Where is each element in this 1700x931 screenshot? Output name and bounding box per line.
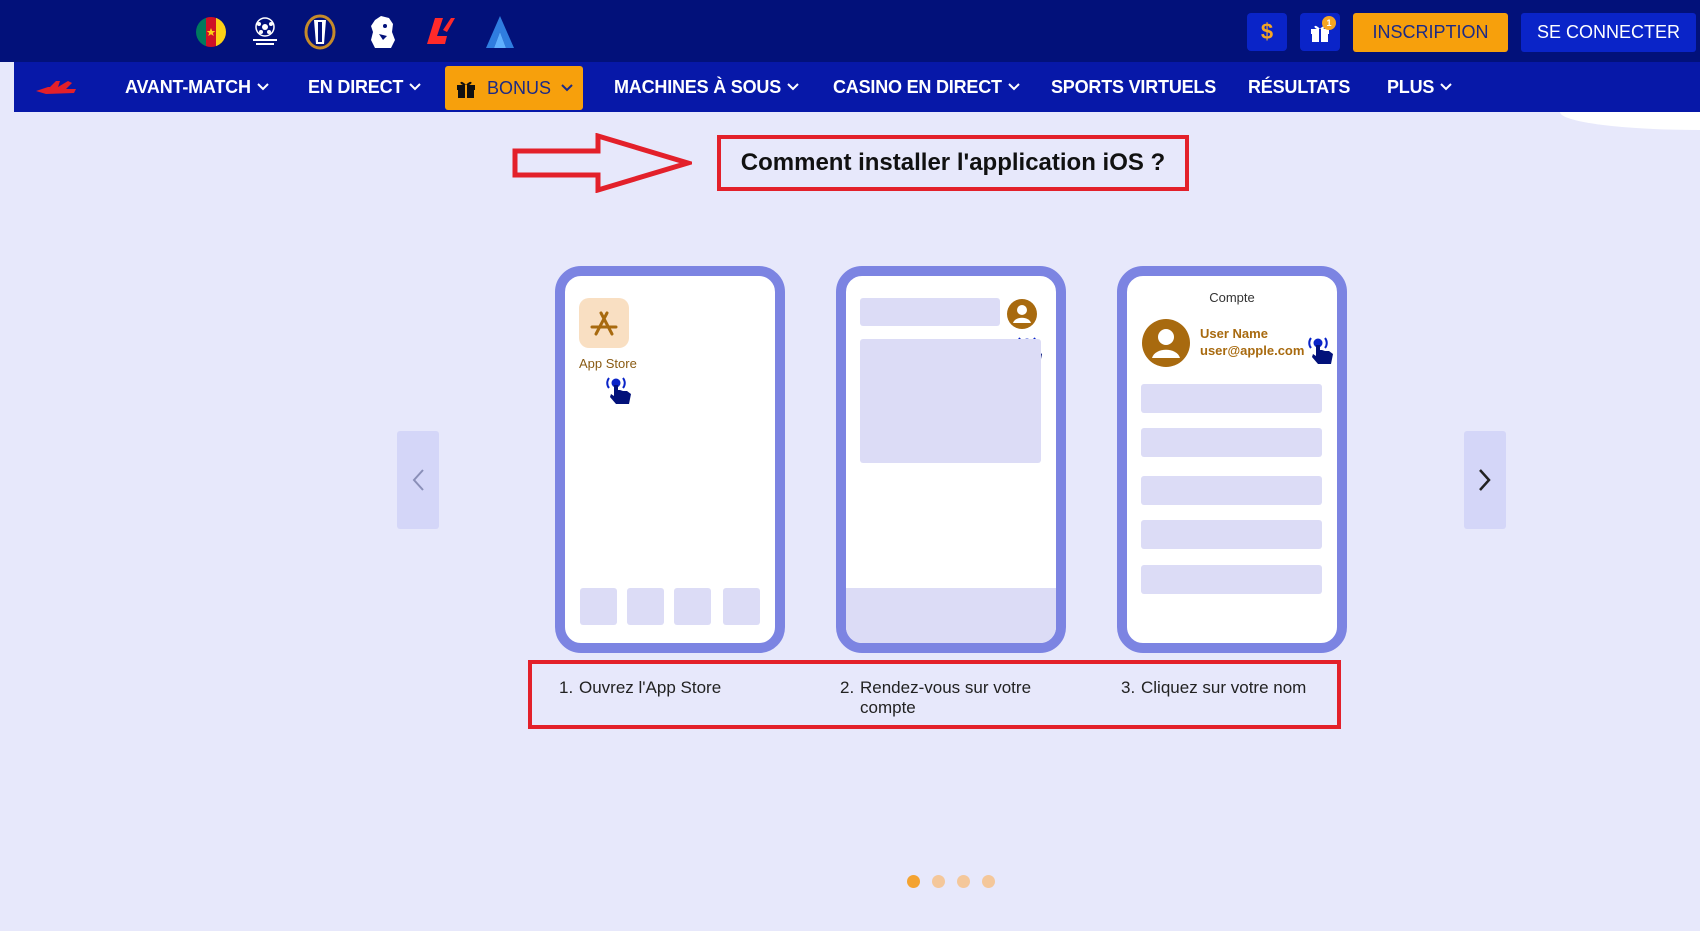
register-button[interactable]: INSCRIPTION — [1353, 13, 1508, 52]
search-bar-placeholder — [860, 298, 1000, 326]
deposit-button[interactable]: $ — [1247, 13, 1287, 51]
carousel-dot[interactable] — [907, 875, 920, 888]
gift-icon — [456, 81, 475, 98]
chevron-left-icon — [412, 469, 424, 491]
chevron-down-icon — [561, 84, 573, 92]
nav-item-label: BONUS — [486, 77, 551, 98]
nav-item-plus[interactable]: PLUS — [1387, 62, 1452, 112]
account-avatar-icon — [1007, 299, 1037, 329]
laliga-icon[interactable] — [421, 14, 457, 50]
champions-league-icon[interactable] — [247, 14, 283, 50]
nav-item-label: PLUS — [1387, 76, 1435, 97]
dock-app-placeholder — [674, 588, 711, 625]
carousel-prev-button[interactable] — [397, 431, 439, 529]
tap-hand-icon — [606, 377, 631, 404]
settings-row-placeholder — [1141, 476, 1322, 505]
step-text: Rendez-vous sur votre compte — [860, 678, 1032, 717]
carousel-dot[interactable] — [957, 875, 970, 888]
nav-item-casino-en-direct[interactable]: CASINO EN DIRECT — [833, 62, 1020, 112]
nav-item-avant-match[interactable]: AVANT-MATCH — [125, 62, 269, 112]
step-1: 1. Ouvrez l'App Store — [559, 678, 789, 698]
chevron-down-icon — [1440, 83, 1452, 91]
aviator-logo-icon[interactable] — [34, 62, 78, 112]
nav-item-label: CASINO EN DIRECT — [833, 76, 1002, 97]
arrow-right-icon — [512, 133, 692, 193]
app-store-label: App Store — [579, 356, 637, 371]
account-title: Compte — [1209, 290, 1255, 305]
nav-item-label: RÉSULTATS — [1248, 76, 1351, 97]
phone-step-2 — [836, 266, 1066, 653]
settings-row-placeholder — [1141, 565, 1322, 594]
user-email: user@apple.com — [1200, 343, 1305, 358]
nav-item-label: MACHINES À SOUS — [614, 76, 782, 97]
nav-item-sports-virtuels[interactable]: SPORTS VIRTUELS — [1051, 62, 1216, 112]
carousel-dot[interactable] — [932, 875, 945, 888]
step-number: 3. — [1121, 678, 1136, 697]
step-number: 1. — [559, 678, 574, 697]
carousel-next-button[interactable] — [1464, 431, 1506, 529]
login-button[interactable]: SE CONNECTER — [1521, 13, 1696, 52]
tab-bar-placeholder — [846, 588, 1056, 643]
nav-item-en-direct[interactable]: EN DIRECT — [308, 62, 421, 112]
carousel-dot[interactable] — [982, 875, 995, 888]
gift-button[interactable]: 1 — [1300, 13, 1340, 51]
app-store-icon — [579, 298, 629, 348]
settings-row-placeholder — [1141, 520, 1322, 549]
steps-highlight: 1. Ouvrez l'App Store 2. Rendez-vous sur… — [528, 660, 1341, 729]
nav-item-label: AVANT-MATCH — [125, 76, 251, 97]
gift-badge: 1 — [1322, 16, 1336, 30]
step-text: Ouvrez l'App Store — [579, 678, 722, 697]
dock-app-placeholder — [580, 588, 617, 625]
chevron-right-icon — [1479, 469, 1491, 491]
serie-a-icon[interactable] — [482, 14, 518, 50]
dollar-icon: $ — [1260, 19, 1274, 44]
user-name: User Name — [1200, 326, 1268, 341]
step-text: Cliquez sur votre nom — [1141, 678, 1307, 697]
content-placeholder — [860, 339, 1041, 463]
chevron-down-icon — [787, 83, 799, 91]
dock-app-placeholder — [723, 588, 760, 625]
nav-item-resultats[interactable]: RÉSULTATS — [1248, 62, 1350, 112]
nav-item-label: SPORTS VIRTUELS — [1051, 76, 1217, 97]
chevron-down-icon — [1008, 83, 1020, 91]
settings-row-placeholder — [1141, 384, 1322, 413]
premier-league-icon[interactable] — [364, 14, 400, 50]
main-nav: AVANT-MATCH EN DIRECT BONUS MACHINES À S… — [14, 62, 1700, 112]
step-number: 2. — [840, 678, 855, 697]
europa-league-icon[interactable] — [302, 14, 338, 50]
user-avatar-icon — [1142, 319, 1190, 367]
step-2: 2. Rendez-vous sur votre compte — [840, 678, 1070, 718]
top-bar: $ 1 INSCRIPTION SE CONNECTER — [0, 0, 1700, 62]
page-title: Comment installer l'application iOS ? — [740, 149, 1166, 176]
nav-item-label: EN DIRECT — [308, 76, 404, 97]
chevron-down-icon — [409, 83, 421, 91]
decorative-curve — [1560, 112, 1700, 130]
nav-item-bonus[interactable]: BONUS — [445, 66, 583, 110]
phone-step-3: Compte User Name user@apple.com — [1117, 266, 1347, 653]
chevron-down-icon — [257, 83, 269, 91]
settings-row-placeholder — [1141, 428, 1322, 457]
phone-step-1: App Store — [555, 266, 785, 653]
cameroon-flag-icon[interactable] — [193, 14, 229, 50]
heading-highlight: Comment installer l'application iOS ? — [717, 135, 1189, 191]
dock-app-placeholder — [627, 588, 664, 625]
tap-hand-icon — [1308, 337, 1333, 364]
nav-item-machines-a-sous[interactable]: MACHINES À SOUS — [614, 62, 799, 112]
step-3: 3. Cliquez sur votre nom — [1121, 678, 1351, 698]
